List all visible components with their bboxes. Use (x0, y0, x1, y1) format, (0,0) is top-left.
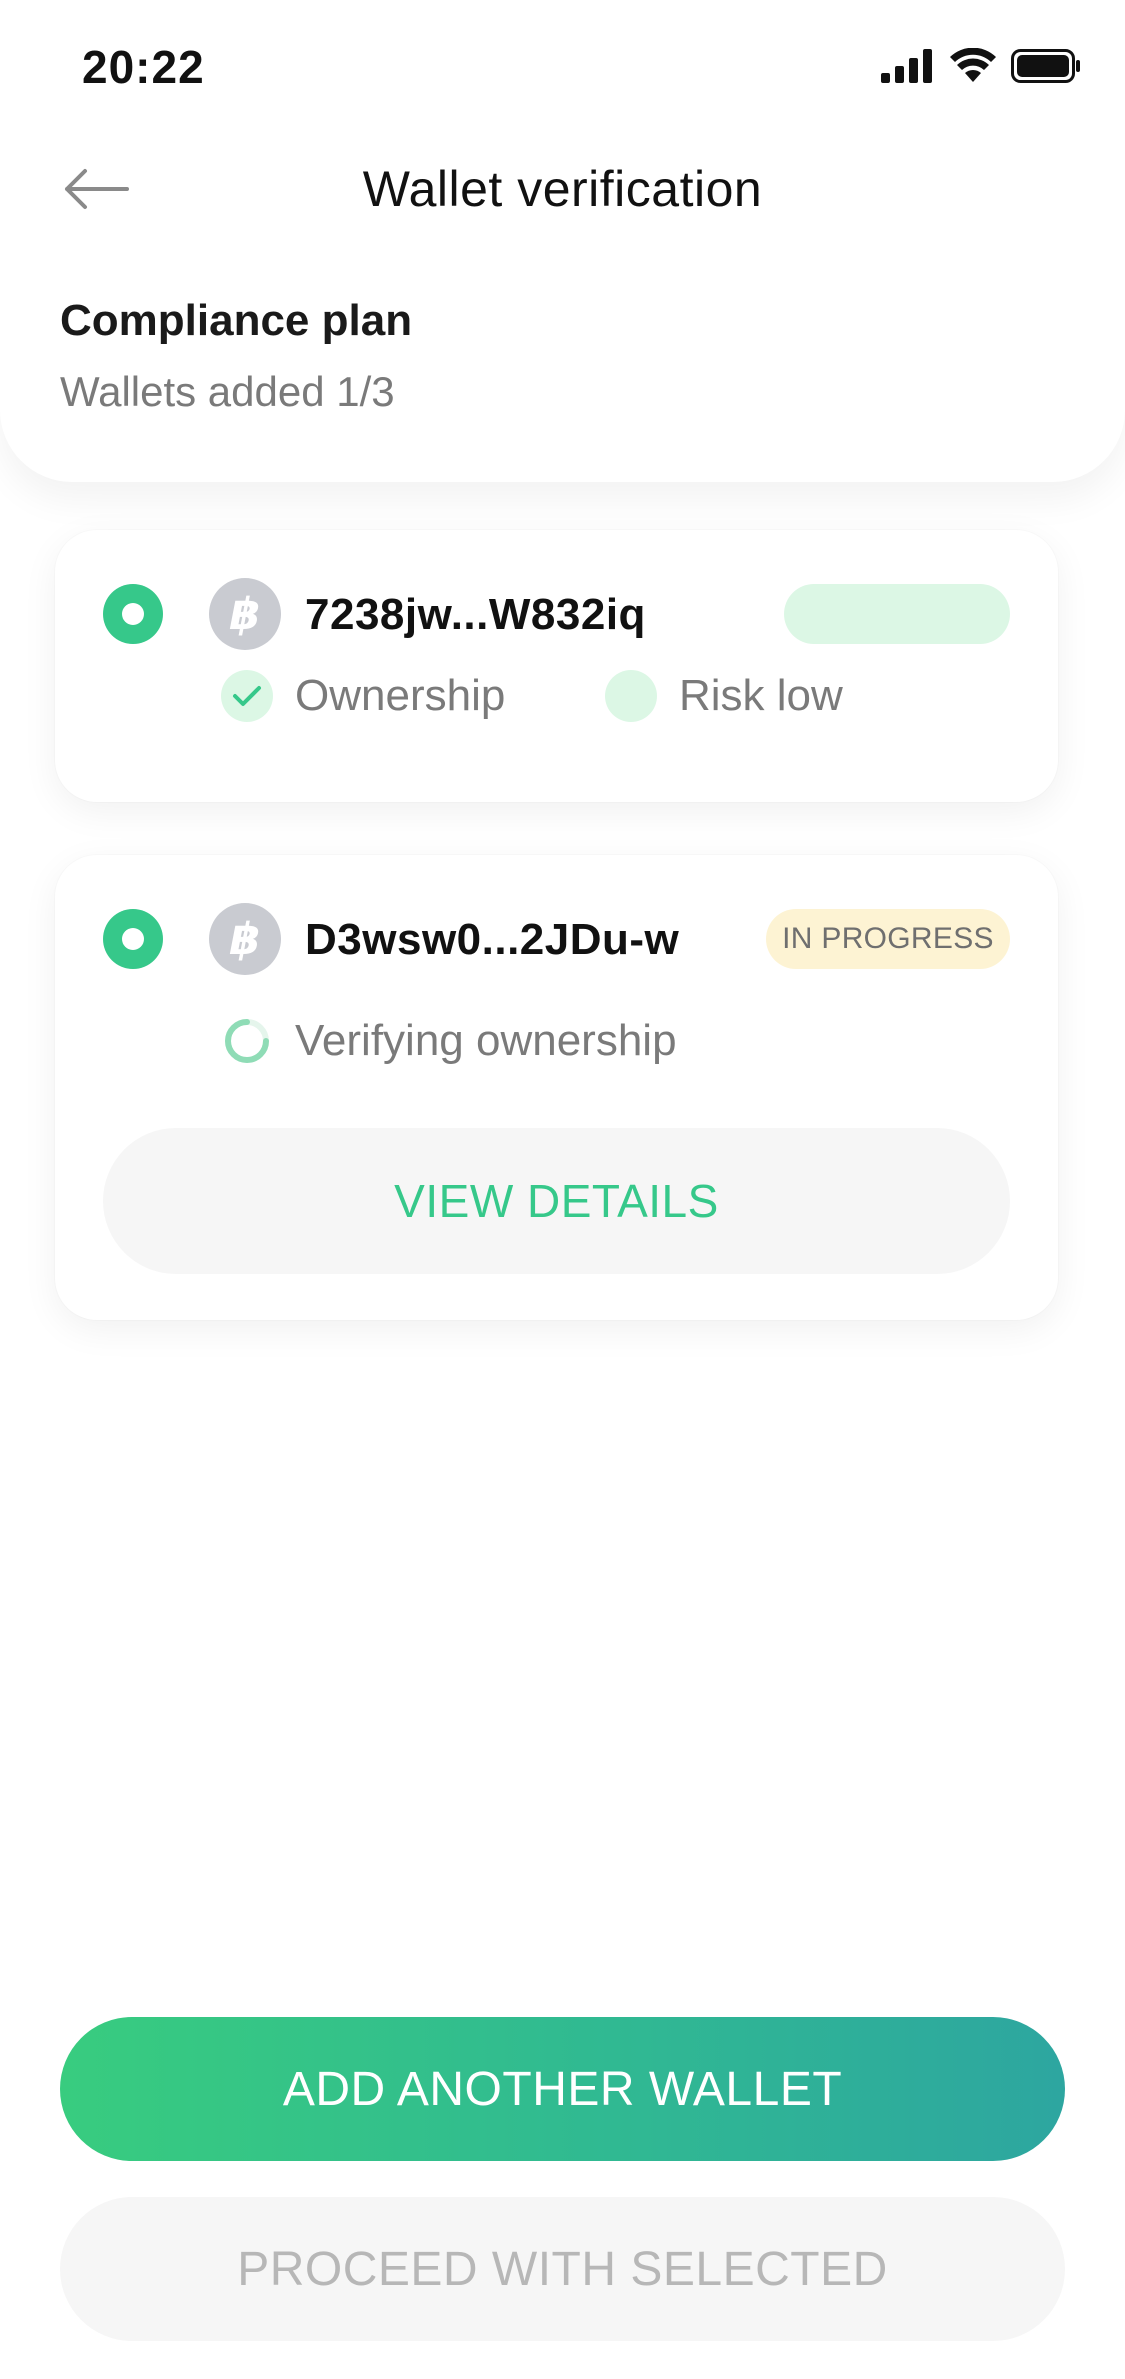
status-bar: 20:22 (0, 0, 1125, 130)
spinner-icon (221, 1015, 273, 1067)
view-details-button[interactable]: VIEW DETAILS (103, 1128, 1010, 1274)
proceed-with-selected-button[interactable]: PROCEED WITH SELECTED (60, 2197, 1065, 2341)
page-title: Wallet verification (362, 161, 763, 217)
radio-dot (122, 603, 144, 625)
wifi-icon (949, 47, 997, 89)
wallet-card[interactable]: ฿ 7238jw...W832iq Ownership Risk low (55, 530, 1058, 802)
verifying-status: Verifying ownership (221, 1015, 677, 1067)
status-badge: IN PROGRESS (766, 909, 1010, 969)
add-another-wallet-button[interactable]: ADD ANOTHER WALLET (60, 2017, 1065, 2161)
ownership-check: Ownership (221, 670, 505, 722)
check-label: Ownership (295, 671, 506, 720)
bitcoin-icon: ฿ (209, 903, 281, 975)
bitcoin-icon: ฿ (209, 578, 281, 650)
signal-icon (881, 48, 935, 88)
wallet-select-radio[interactable] (103, 909, 163, 969)
wallet-verification-screen: 20:22 Wallet verification Compliance pla… (0, 0, 1125, 2379)
risk-check: Risk low (605, 670, 843, 722)
radio-dot (122, 928, 144, 950)
wallet-address: 7238jw...W832iq (305, 590, 646, 639)
wallet-address: D3wsw0...2JDu-w (305, 915, 680, 964)
wallet-select-radio[interactable] (103, 584, 163, 644)
wallet-card[interactable]: ฿ D3wsw0...2JDu-w IN PROGRESS Verifying … (55, 855, 1058, 1320)
status-badge (784, 584, 1010, 644)
status-time: 20:22 (82, 41, 205, 93)
status-icons (881, 47, 1081, 89)
header-card: 20:22 Wallet verification Compliance pla… (0, 0, 1125, 482)
plan-title: Compliance plan (60, 296, 413, 345)
battery-icon (1011, 48, 1081, 88)
risk-dot-icon (605, 670, 657, 722)
check-label: Verifying ownership (295, 1016, 677, 1065)
check-icon (221, 670, 273, 722)
check-label: Risk low (679, 671, 843, 720)
plan-subtitle: Wallets added 1/3 (60, 368, 395, 415)
